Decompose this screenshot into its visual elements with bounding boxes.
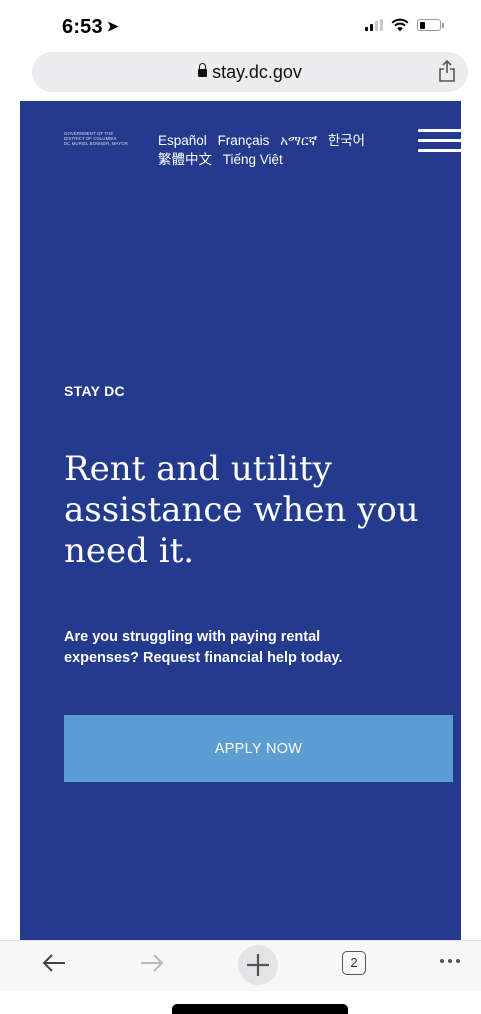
lock-icon — [198, 63, 208, 77]
language-link-spanish[interactable]: Español — [158, 131, 207, 150]
hamburger-menu-button[interactable] — [418, 127, 464, 157]
back-arrow-icon[interactable] — [40, 949, 68, 977]
more-options-icon[interactable] — [440, 959, 460, 963]
language-link-french[interactable]: Français — [218, 131, 270, 150]
address-bar[interactable]: stay.dc.gov — [32, 52, 468, 92]
status-bar: 6:53 ➤ — [0, 0, 481, 48]
wifi-icon — [391, 18, 409, 32]
status-time: 6:53 ➤ — [62, 16, 119, 38]
plus-icon — [247, 954, 269, 976]
status-indicators — [365, 18, 444, 32]
browser-toolbar: 2 — [0, 940, 481, 991]
language-link-amharic[interactable]: አማርኛ — [280, 131, 317, 150]
language-link-chinese[interactable]: 繁體中文 — [158, 150, 212, 169]
page-subtitle: Are you struggling with paying rental ex… — [64, 629, 343, 666]
tab-switcher-button[interactable]: 2 — [342, 951, 366, 975]
page-eyebrow: STAY DC — [64, 383, 125, 399]
dc-government-logo[interactable]: GOVERNMENT OF THE DISTRICT OF COLUMBIA D… — [64, 131, 128, 146]
language-link-korean[interactable]: 한국어 — [328, 131, 365, 150]
language-link-vietnamese[interactable]: Tiếng Việt — [223, 150, 283, 169]
url-display[interactable]: stay.dc.gov — [32, 62, 468, 83]
cellular-signal-icon — [365, 19, 383, 31]
language-selector: Español Français አማርኛ 한국어 繁體中文 Tiếng Việ… — [158, 131, 388, 169]
location-arrow-icon: ➤ — [106, 18, 119, 34]
hamburger-icon — [418, 129, 464, 132]
apply-now-button[interactable]: APPLY NOW — [64, 715, 453, 782]
page-title: Rent and utility assistance when you nee… — [64, 449, 419, 571]
share-icon[interactable] — [438, 60, 456, 82]
battery-icon — [417, 19, 444, 31]
home-indicator — [172, 1004, 348, 1014]
stay-dc-page: GOVERNMENT OF THE DISTRICT OF COLUMBIA D… — [20, 101, 464, 940]
forward-arrow-icon[interactable] — [138, 949, 166, 977]
new-tab-button[interactable] — [238, 945, 278, 985]
